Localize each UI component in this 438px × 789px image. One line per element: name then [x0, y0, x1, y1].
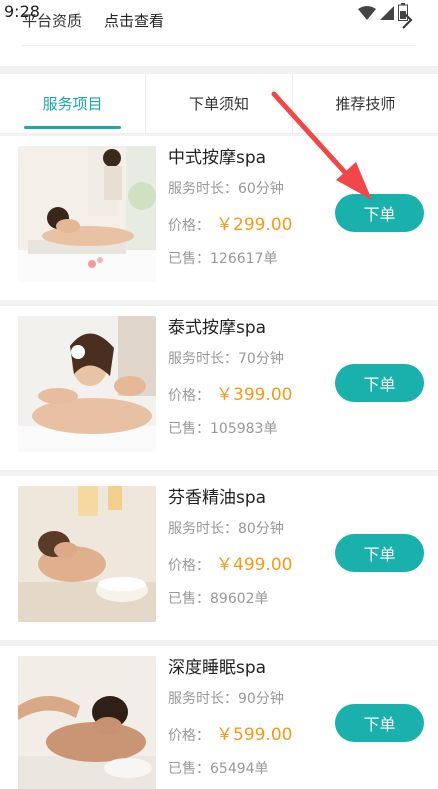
service-info: 中式按摩spa 服务时长：60分钟 价格： ￥299.00 已售：126617单: [168, 144, 292, 270]
service-info: 深度睡眠spa 服务时长：90分钟 价格： ￥599.00 已售：65494单: [168, 654, 292, 780]
service-list: 中式按摩spa 服务时长：60分钟 价格： ￥299.00 已售：126617单…: [0, 136, 438, 789]
divider: [22, 45, 416, 46]
service-duration: 服务时长：80分钟: [168, 521, 284, 537]
order-button[interactable]: 下单: [335, 194, 424, 232]
price-label: 价格：: [168, 728, 210, 744]
order-button[interactable]: 下单: [335, 364, 424, 402]
service-duration: 服务时长：60分钟: [168, 181, 284, 197]
service-image: [18, 656, 156, 789]
service-name: 深度睡眠spa: [168, 658, 267, 678]
price-row: 价格： ￥599.00: [168, 722, 292, 748]
service-duration: 服务时长：90分钟: [168, 691, 284, 707]
service-price: ￥599.00: [216, 725, 293, 745]
service-image: [18, 316, 156, 452]
tab-recommended-therapists[interactable]: 推荐技师: [291, 74, 438, 133]
price-row: 价格： ￥299.00: [168, 212, 292, 238]
status-bar: 9:28: [0, 0, 438, 26]
service-info: 泰式按摩spa 服务时长：70分钟 价格： ￥399.00 已售：105983单: [168, 314, 292, 440]
list-item[interactable]: 深度睡眠spa 服务时长：90分钟 价格： ￥599.00 已售：65494单 …: [0, 646, 438, 789]
battery-icon: [398, 3, 408, 25]
price-label: 价格：: [168, 388, 210, 404]
list-item[interactable]: 芬香精油spa 服务时长：80分钟 价格： ￥499.00 已售：89602单 …: [0, 476, 438, 640]
tab-bar: 服务项目 下单须知 推荐技师: [0, 74, 438, 134]
service-duration: 服务时长：70分钟: [168, 351, 284, 367]
sold-count: 已售：65494单: [168, 761, 269, 777]
service-price: ￥499.00: [216, 555, 293, 575]
service-image: [18, 146, 156, 282]
price-row: 价格： ￥499.00: [168, 552, 292, 578]
service-image: [18, 486, 156, 622]
service-price: ￥399.00: [216, 385, 293, 405]
cell-signal-icon: [380, 5, 394, 24]
status-time: 9:28: [4, 2, 40, 21]
wifi-icon: [358, 5, 376, 24]
service-price: ￥299.00: [216, 215, 293, 235]
list-item[interactable]: 泰式按摩spa 服务时长：70分钟 价格： ￥399.00 已售：105983单…: [0, 306, 438, 470]
price-label: 价格：: [168, 558, 210, 574]
order-button[interactable]: 下单: [335, 534, 424, 572]
sold-count: 已售：89602单: [168, 591, 269, 607]
sold-count: 已售：126617单: [168, 251, 278, 267]
service-name: 泰式按摩spa: [168, 318, 267, 338]
sold-count: 已售：105983单: [168, 421, 278, 437]
tab-order-notice[interactable]: 下单须知: [145, 74, 291, 133]
price-row: 价格： ￥399.00: [168, 382, 292, 408]
list-item[interactable]: 中式按摩spa 服务时长：60分钟 价格： ￥299.00 已售：126617单…: [0, 136, 438, 300]
tab-services[interactable]: 服务项目: [0, 74, 145, 133]
order-button[interactable]: 下单: [335, 704, 424, 742]
service-name: 芬香精油spa: [168, 488, 267, 508]
service-info: 芬香精油spa 服务时长：80分钟 价格： ￥499.00 已售：89602单: [168, 484, 292, 610]
price-label: 价格：: [168, 218, 210, 234]
service-name: 中式按摩spa: [168, 148, 267, 168]
status-icons: [358, 3, 408, 25]
